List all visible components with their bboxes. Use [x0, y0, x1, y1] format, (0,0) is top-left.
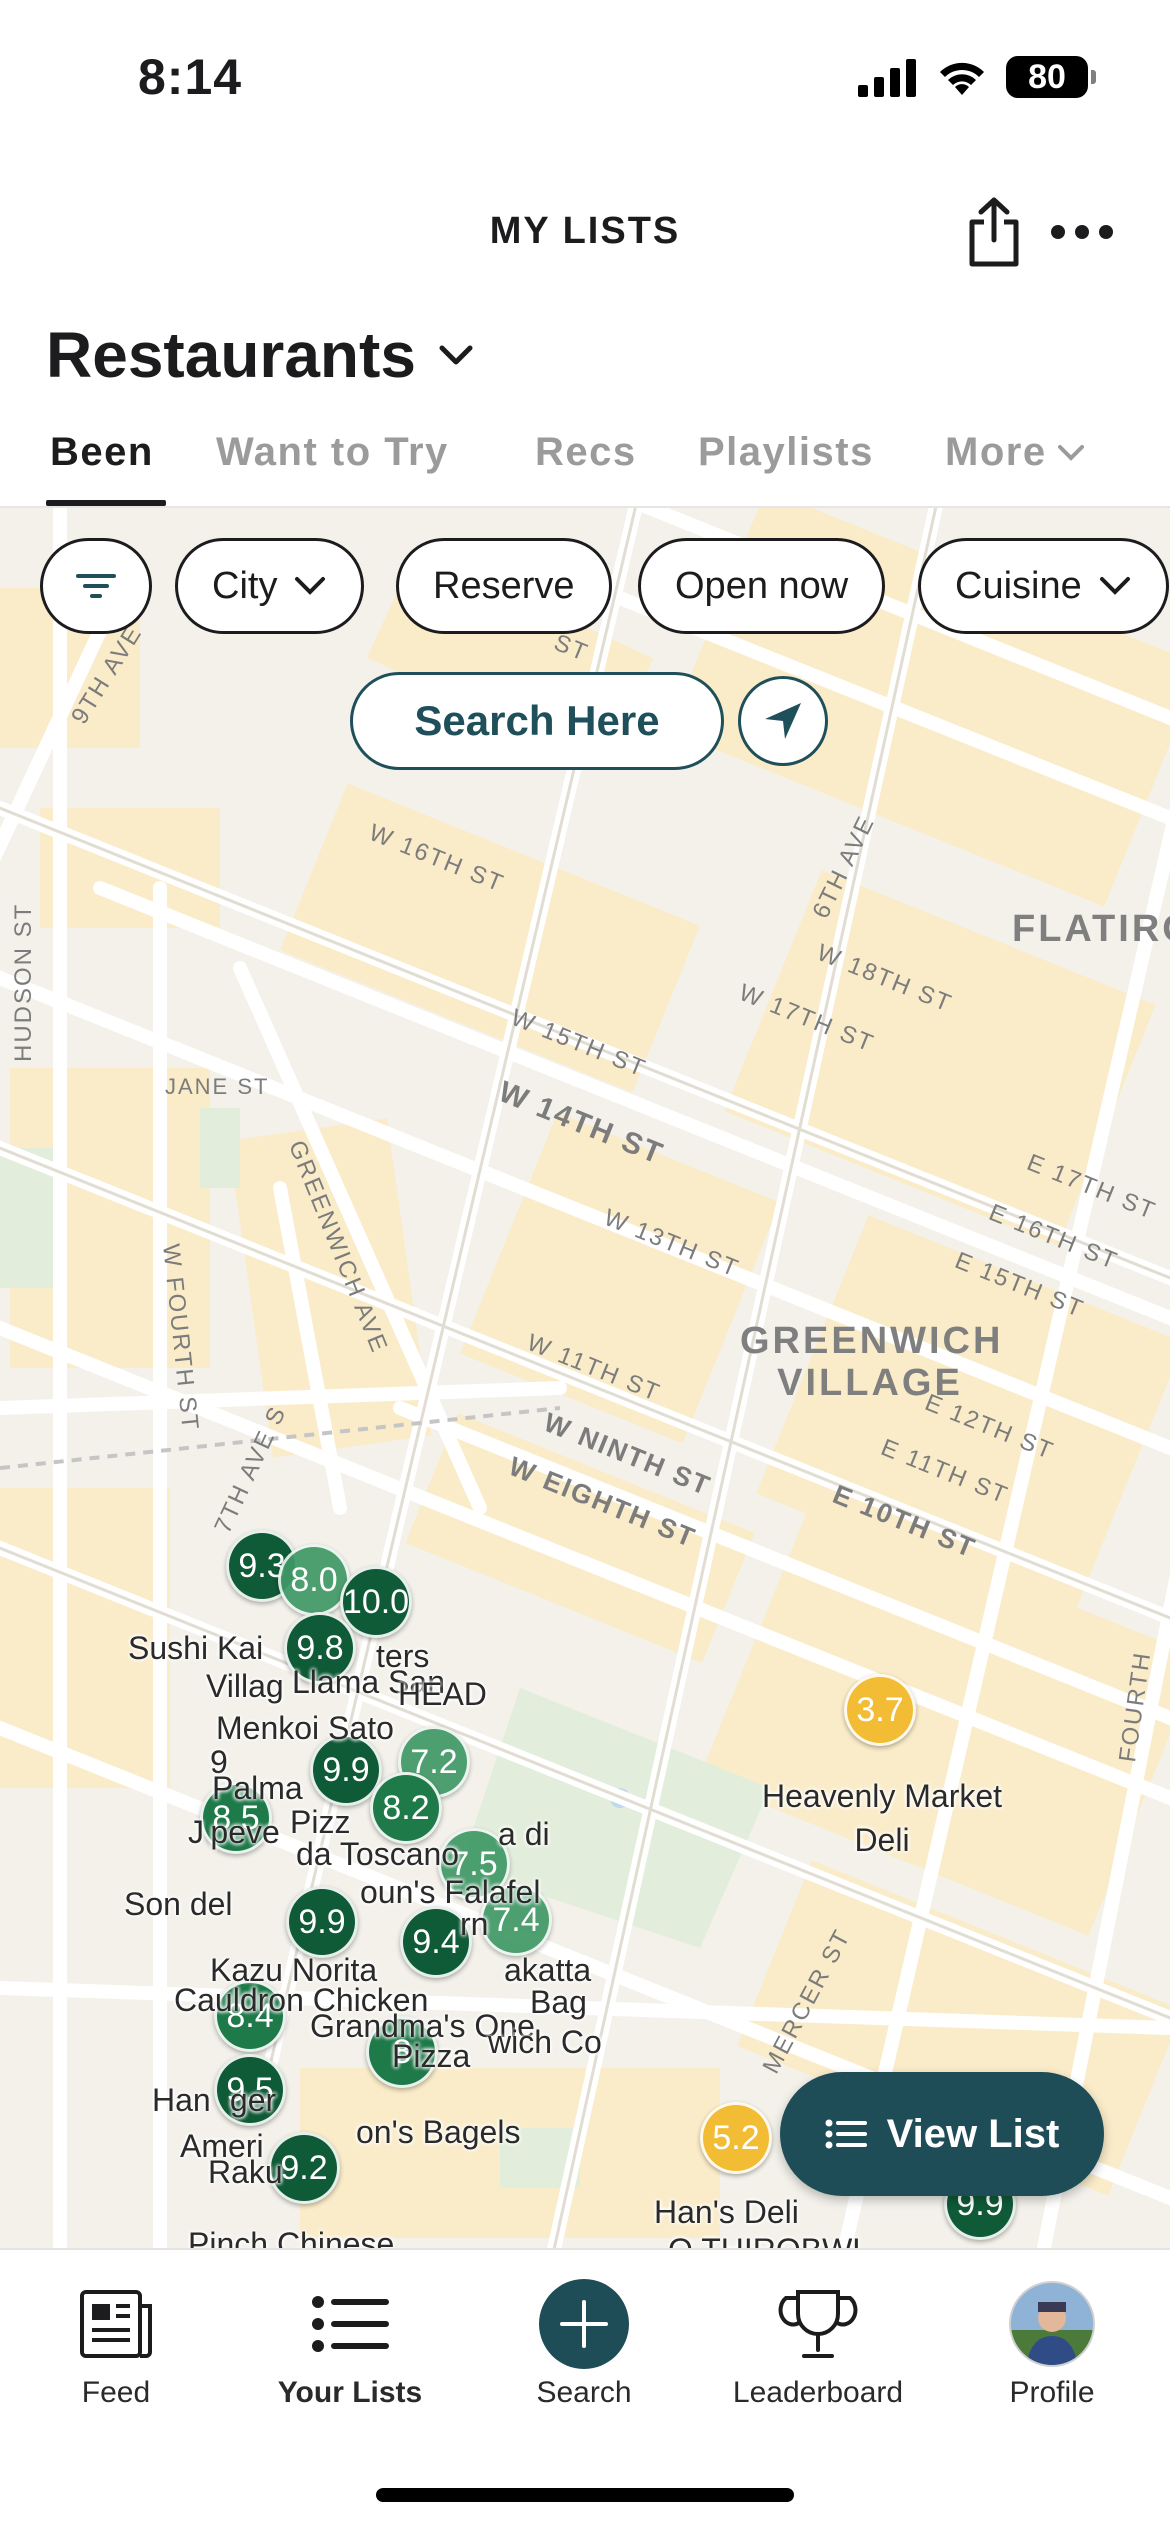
view-list-button[interactable]: View List	[780, 2072, 1104, 2196]
city-filter-label: City	[212, 564, 278, 607]
list-title: Restaurants	[46, 319, 416, 391]
location-arrow-icon	[765, 703, 801, 739]
restaurant-label[interactable]: a di	[498, 1816, 550, 1853]
restaurant-label[interactable]: oun's Falafel	[360, 1874, 540, 1911]
neighborhood-label-flatiron: FLATIRO	[1012, 908, 1170, 950]
trophy-icon	[778, 2290, 858, 2358]
status-icons: 80	[858, 56, 1096, 98]
restaurant-pin[interactable]: 3.7	[844, 1674, 916, 1746]
wifi-icon	[940, 62, 984, 95]
tab-been[interactable]: Been	[50, 430, 154, 475]
status-bar: 8:14 80	[0, 0, 1170, 150]
restaurant-pin[interactable]: 5.2	[700, 2102, 772, 2174]
chevron-down-icon	[295, 577, 326, 595]
tab-bar: Been Want to Try Recs Playlists More	[0, 420, 1170, 508]
search-here-button[interactable]: Search Here	[350, 672, 724, 770]
restaurant-label[interactable]: Q THIROBWL	[668, 2232, 870, 2248]
chevron-down-icon	[439, 345, 473, 365]
share-icon	[969, 197, 1019, 267]
restaurant-label[interactable]: Pizza	[392, 2038, 470, 2075]
avatar	[1009, 2281, 1095, 2367]
active-tab-indicator	[46, 500, 166, 506]
restaurant-label[interactable]: rn	[460, 1906, 488, 1943]
view-list-label: View List	[886, 2111, 1060, 2156]
reserve-filter-chip[interactable]: Reserve	[396, 538, 612, 634]
restaurant-label[interactable]: wich Co	[488, 2024, 602, 2061]
restaurant-label[interactable]: Raku	[208, 2154, 283, 2191]
nav-leaderboard[interactable]: Leaderboard	[718, 2280, 918, 2410]
tab-more-label: More	[945, 430, 1047, 474]
locate-me-button[interactable]	[738, 676, 828, 766]
share-button[interactable]	[962, 196, 1026, 268]
list-icon	[312, 2296, 389, 2352]
restaurant-label[interactable]: Menkoi Sato	[216, 1710, 394, 1747]
restaurant-label[interactable]: ters	[376, 1638, 429, 1675]
city-filter-chip[interactable]: City	[175, 538, 365, 634]
nav-feed[interactable]: Feed	[16, 2280, 216, 2410]
restaurant-pin[interactable]: 9.9	[286, 1886, 358, 1958]
more-options-button[interactable]	[1050, 210, 1114, 254]
filter-button[interactable]	[40, 538, 152, 634]
filter-icon	[76, 574, 116, 598]
map-view[interactable]: 9TH AVE HUDSON ST W 16TH ST ST 6TH AVE W…	[0, 508, 1170, 2248]
list-selector[interactable]: Restaurants	[46, 318, 474, 392]
restaurant-label[interactable]: Son del	[124, 1886, 233, 1923]
restaurant-label[interactable]: Heavenly Market Deli	[742, 1774, 1022, 1862]
restaurant-label[interactable]: Pinch Chinese	[188, 2226, 394, 2248]
tab-more[interactable]: More	[945, 430, 1085, 475]
nav-profile-label: Profile	[1009, 2376, 1095, 2409]
restaurant-label[interactable]: da Toscano	[296, 1836, 459, 1873]
restaurant-label[interactable]: Pizz	[290, 1804, 350, 1841]
home-indicator[interactable]	[376, 2488, 794, 2502]
tab-want-to-try[interactable]: Want to Try	[216, 430, 449, 475]
newspaper-icon	[80, 2290, 152, 2358]
nav-feed-label: Feed	[81, 2376, 151, 2409]
restaurant-label[interactable]: on's Bagels	[356, 2114, 520, 2151]
street-label: JANE ST	[165, 1074, 270, 1099]
restaurant-pin[interactable]: 8.2	[370, 1772, 442, 1844]
neighborhood-label-greenwich-village: GREENWICH VILLAGE	[740, 1320, 1004, 1404]
restaurant-label[interactable]: Bag	[530, 1984, 587, 2021]
restaurant-label[interactable]: Villag	[206, 1668, 284, 1705]
status-time: 8:14	[138, 49, 243, 105]
plus-icon	[539, 2279, 629, 2369]
restaurant-label[interactable]: Sushi Kai	[128, 1630, 263, 1667]
restaurant-label[interactable]: Palma	[212, 1770, 303, 1807]
battery-indicator: 80	[1006, 56, 1096, 98]
restaurant-pin[interactable]: 10.0	[340, 1566, 412, 1638]
restaurant-label[interactable]: J peve	[188, 1814, 280, 1851]
nav-profile[interactable]: Profile	[952, 2280, 1152, 2410]
nav-your-lists[interactable]: Your Lists	[250, 2280, 450, 2410]
cuisine-filter-label: Cuisine	[955, 564, 1082, 607]
restaurant-label[interactable]: Han ger	[152, 2082, 276, 2119]
nav-your-lists-label: Your Lists	[277, 2376, 423, 2409]
tab-recs[interactable]: Recs	[535, 430, 637, 475]
cuisine-filter-chip[interactable]: Cuisine	[918, 538, 1169, 634]
street-label: HUDSON ST	[10, 902, 37, 1062]
more-dots-icon	[1051, 225, 1113, 239]
nav-search[interactable]: Search	[484, 2279, 684, 2410]
restaurant-label[interactable]: HEAD	[398, 1676, 487, 1713]
chevron-down-icon	[1099, 577, 1130, 595]
nav-search-label: Search	[536, 2376, 632, 2409]
restaurant-label[interactable]: Han's Deli	[654, 2194, 799, 2231]
chevron-down-icon	[1057, 444, 1084, 461]
list-icon	[825, 2119, 867, 2149]
nav-leaderboard-label: Leaderboard	[732, 2376, 904, 2409]
tab-playlists[interactable]: Playlists	[698, 430, 874, 475]
open-now-filter-chip[interactable]: Open now	[638, 538, 886, 634]
cellular-signal-icon	[858, 59, 916, 97]
